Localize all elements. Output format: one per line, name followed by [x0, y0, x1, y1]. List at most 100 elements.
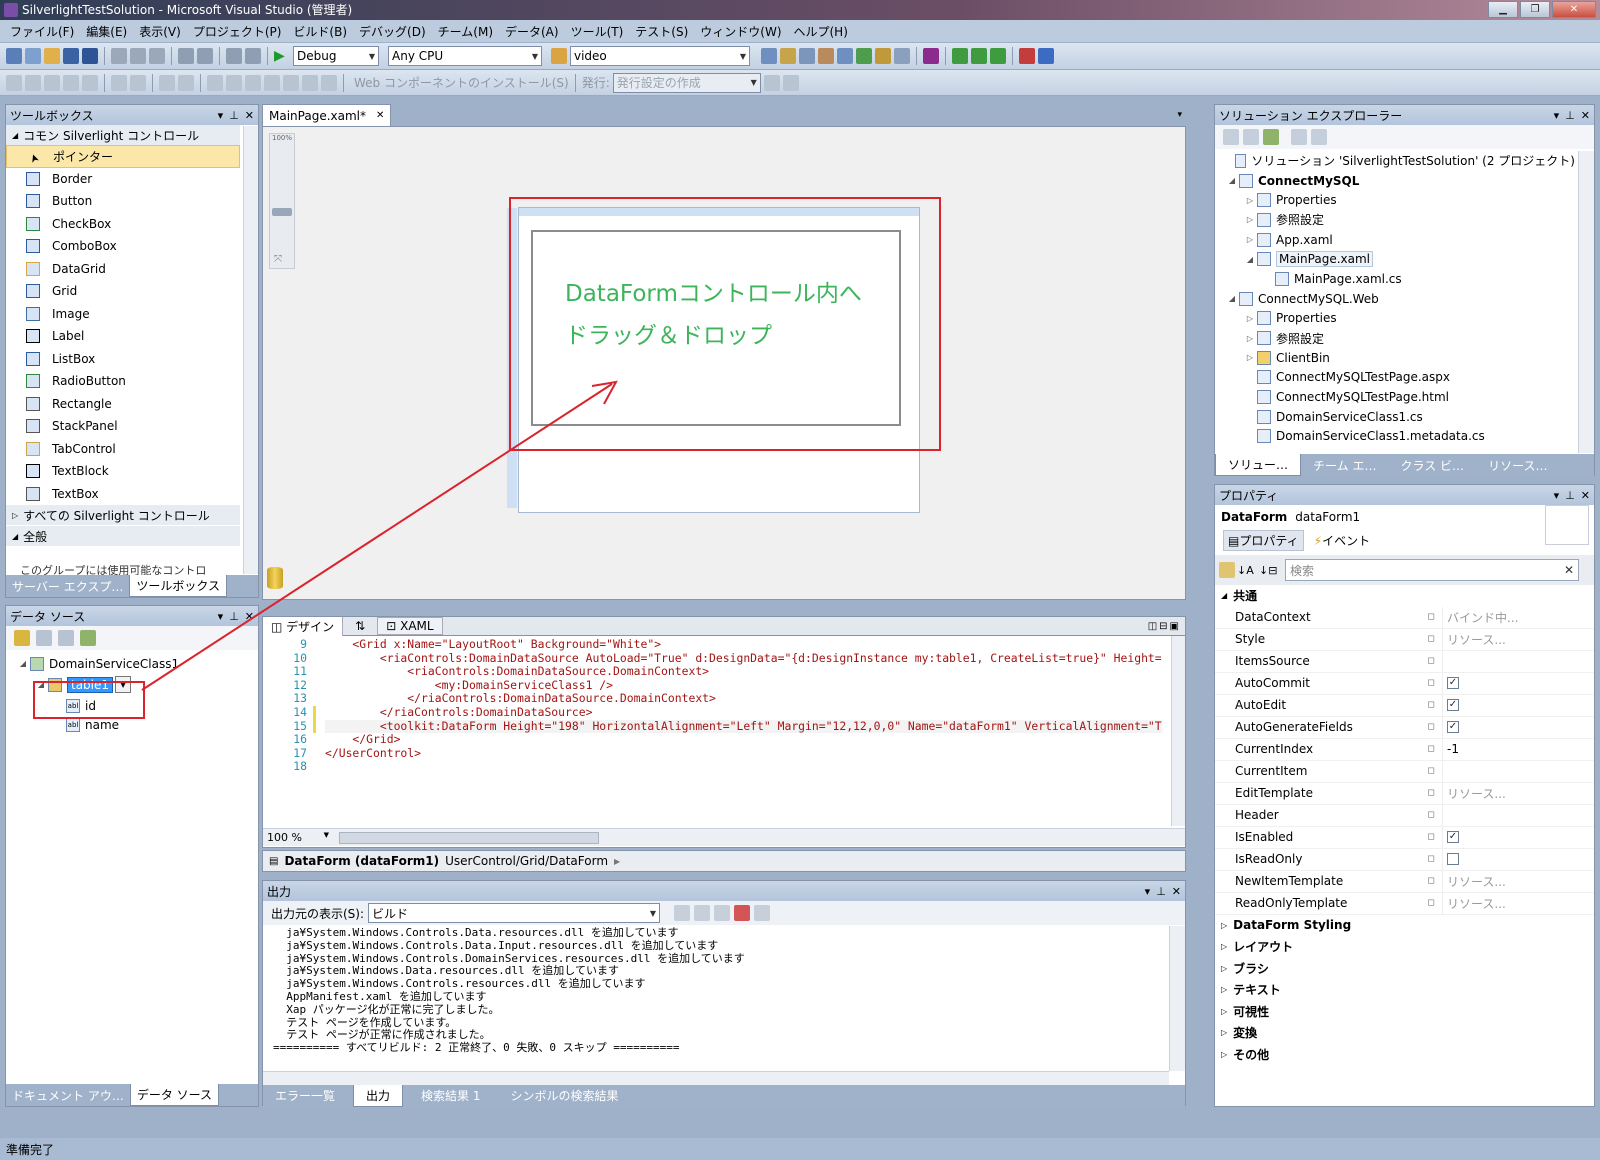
tab-design[interactable]: ◫ デザイン — [263, 616, 344, 636]
property-row[interactable]: AutoEdit ◻ ✓ — [1215, 694, 1594, 717]
property-category-common[interactable]: ◢ 共通 — [1215, 585, 1594, 607]
expander-icon[interactable]: ▷ — [1243, 334, 1257, 343]
property-checkbox[interactable]: ✓ — [1447, 677, 1459, 689]
sort-source-icon[interactable]: ↓⊟ — [1259, 564, 1279, 577]
prev-message-icon[interactable] — [694, 905, 711, 921]
property-row[interactable]: AutoGenerateFields ◻ ✓ — [1215, 716, 1594, 739]
property-value[interactable]: ✓ — [1442, 694, 1594, 716]
property-value[interactable] — [1442, 848, 1594, 870]
output-text[interactable]: ja¥System.Windows.Controls.Data.resource… — [273, 927, 1153, 1072]
property-value[interactable]: リソース... — [1442, 628, 1594, 650]
tab-find-symbol-results[interactable]: シンボルの検索結果 — [498, 1085, 630, 1106]
code-line[interactable]: 12 <my:DomainServiceClass1 /> — [263, 678, 1171, 693]
swap-panes-button[interactable]: ⇅ — [343, 619, 377, 633]
property-category[interactable]: ▷ 可視性 — [1215, 1001, 1594, 1023]
output-hscrollbar[interactable] — [263, 1071, 1169, 1085]
solution-node[interactable]: ▷ 参照設定 — [1219, 210, 1575, 230]
property-category[interactable]: ▷ その他 — [1215, 1044, 1594, 1066]
property-row[interactable]: IsEnabled ◻ ✓ — [1215, 826, 1594, 849]
tab-resource-view[interactable]: リソース… — [1476, 455, 1559, 476]
categorize-icon[interactable] — [1219, 562, 1235, 578]
property-row[interactable]: EditTemplate ◻ リソース... — [1215, 782, 1594, 805]
expander-icon[interactable]: ◢ — [1225, 294, 1239, 303]
property-value[interactable]: リソース... — [1442, 892, 1594, 914]
view-code-icon[interactable] — [1291, 129, 1307, 145]
close-icon[interactable]: ✕ — [1581, 489, 1590, 502]
properties-icon[interactable] — [1223, 129, 1239, 145]
advanced-options-icon[interactable]: ◻ — [1420, 612, 1442, 622]
code-hscrollbar-thumb[interactable] — [339, 831, 599, 844]
property-row[interactable]: DataContext ◻ バインド中... — [1215, 606, 1594, 629]
property-row[interactable]: IsReadOnly ◻ — [1215, 848, 1594, 871]
property-value[interactable] — [1442, 804, 1594, 826]
tab-error-list[interactable]: エラー一覧 — [263, 1085, 347, 1106]
property-checkbox[interactable]: ✓ — [1447, 699, 1459, 711]
advanced-options-icon[interactable]: ◻ — [1420, 898, 1442, 908]
solution-node[interactable]: ConnectMySQLTestPage.aspx — [1219, 368, 1575, 388]
tab-class-view[interactable]: クラス ビ… — [1388, 455, 1476, 476]
property-row[interactable]: Style ◻ リソース... — [1215, 628, 1594, 651]
expander-icon[interactable]: ▷ — [1243, 215, 1257, 224]
dropdown-icon[interactable]: ▾ — [1145, 885, 1151, 898]
word-wrap-icon[interactable] — [754, 905, 771, 921]
property-row[interactable]: CurrentIndex ◻ -1 — [1215, 738, 1594, 761]
code-line[interactable]: 10 <riaControls:DomainDataSource AutoLoa… — [263, 651, 1171, 666]
property-row[interactable]: ReadOnlyTemplate ◻ リソース... — [1215, 892, 1594, 915]
close-icon[interactable]: ✕ — [1172, 885, 1181, 898]
solution-node[interactable]: ▷ ClientBin — [1219, 348, 1575, 368]
advanced-options-icon[interactable]: ◻ — [1420, 744, 1442, 754]
property-value[interactable]: リソース... — [1442, 782, 1594, 804]
expander-icon[interactable]: ▷ — [1243, 235, 1257, 244]
dropdown-icon[interactable]: ▾ — [1554, 109, 1560, 122]
property-checkbox[interactable]: ✓ — [1447, 831, 1459, 843]
code-line[interactable]: 13 </riaControls:DomainDataSource.Domain… — [263, 692, 1171, 706]
refresh-icon[interactable] — [1263, 129, 1279, 145]
advanced-options-icon[interactable]: ◻ — [1420, 788, 1442, 798]
solution-node[interactable]: ConnectMySQLTestPage.html — [1219, 387, 1575, 407]
xaml-code-editor[interactable]: 9 <Grid x:Name="LayoutRoot" Background="… — [262, 636, 1186, 848]
code-line[interactable]: 16 </Grid> — [263, 733, 1171, 747]
breadcrumb-path[interactable]: UserControl/Grid/DataForm — [445, 854, 608, 868]
view-designer-icon[interactable] — [1311, 129, 1327, 145]
advanced-options-icon[interactable]: ◻ — [1420, 678, 1442, 688]
property-row[interactable]: AutoCommit ◻ ✓ — [1215, 672, 1594, 695]
properties-search-input[interactable]: 検索 ✕ — [1285, 559, 1579, 581]
sort-alpha-icon[interactable]: ↓A — [1237, 564, 1257, 577]
advanced-options-icon[interactable]: ◻ — [1420, 766, 1442, 776]
code-line[interactable]: 18 — [263, 760, 1171, 774]
output-source-combo[interactable]: ビルド ▼ — [368, 903, 661, 923]
solution-node[interactable]: ◢ ConnectMySQL.Web — [1219, 289, 1575, 309]
advanced-options-icon[interactable]: ◻ — [1420, 722, 1442, 732]
solution-node[interactable]: DomainServiceClass1.metadata.cs — [1219, 427, 1575, 447]
property-row[interactable]: Header ◻ — [1215, 804, 1594, 827]
code-line[interactable]: 9 <Grid x:Name="LayoutRoot" Background="… — [263, 637, 1171, 652]
code-line[interactable]: 17 </UserControl> — [263, 746, 1171, 761]
code-line[interactable]: 14 </riaControls:DomainDataSource> — [263, 705, 1171, 720]
horizontal-split-icon[interactable]: ⊟ — [1159, 621, 1167, 632]
code-line[interactable]: 15 <toolkit:DataForm Height="198" Horizo… — [263, 719, 1171, 734]
output-vscrollbar[interactable] — [1169, 926, 1185, 1071]
solution-node[interactable]: ▷ Properties — [1219, 190, 1575, 210]
advanced-options-icon[interactable]: ◻ — [1420, 700, 1442, 710]
expander-icon[interactable]: ◢ — [1243, 255, 1257, 264]
tab-events[interactable]: ⚡イベント — [1310, 531, 1374, 550]
code-vscrollbar[interactable] — [1171, 636, 1185, 826]
tab-properties[interactable]: ▤プロパティ — [1223, 529, 1304, 551]
tab-find-results-1[interactable]: 検索結果 1 — [409, 1085, 492, 1106]
property-row[interactable]: ItemsSource ◻ — [1215, 650, 1594, 673]
close-icon[interactable]: ✕ — [1581, 109, 1590, 122]
pin-icon[interactable]: ⊥ — [1565, 109, 1575, 122]
property-checkbox[interactable] — [1447, 853, 1459, 865]
zoom-combo[interactable]: 100 % ▼ — [263, 831, 333, 844]
property-row[interactable]: NewItemTemplate ◻ リソース... — [1215, 870, 1594, 893]
property-value[interactable]: リソース... — [1442, 870, 1594, 892]
breadcrumb-element[interactable]: DataForm (dataForm1) — [284, 854, 439, 868]
solution-node[interactable]: ソリューション 'SilverlightTestSolution' (2 プロジ… — [1219, 151, 1575, 171]
pin-icon[interactable]: ⊥ — [1156, 885, 1166, 898]
pin-icon[interactable]: ⊥ — [1565, 489, 1575, 502]
advanced-options-icon[interactable]: ◻ — [1420, 832, 1442, 842]
show-all-files-icon[interactable] — [1243, 129, 1259, 145]
clear-search-icon[interactable]: ✕ — [1564, 563, 1574, 577]
advanced-options-icon[interactable]: ◻ — [1420, 634, 1442, 644]
object-name[interactable]: dataForm1 — [1295, 510, 1360, 524]
